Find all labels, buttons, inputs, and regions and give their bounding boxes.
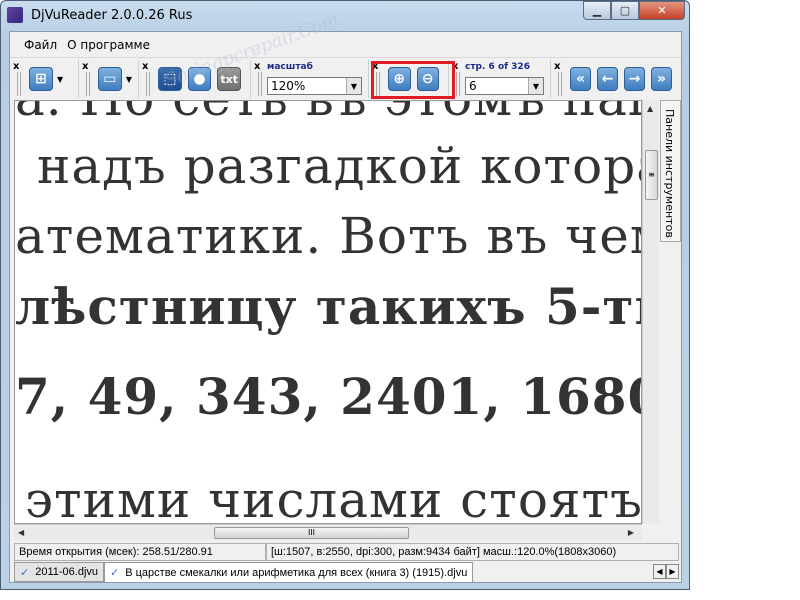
tab-document-1[interactable]: ✓ 2011-06.djvu xyxy=(14,562,105,582)
page-view-icon[interactable]: ▭ xyxy=(98,67,122,91)
chevron-down-icon[interactable]: ▼ xyxy=(126,75,132,84)
close-group-icon[interactable]: x xyxy=(554,61,560,72)
toolbars-panel-label: Панели инструментов xyxy=(663,109,676,238)
tab-document-2[interactable]: ✓ В царстве смекалки или арифметика для в… xyxy=(104,562,474,582)
grip-handle[interactable] xyxy=(86,72,90,96)
close-group-icon[interactable]: x xyxy=(82,61,88,72)
rect-select-icon[interactable]: ⬚ xyxy=(158,67,182,91)
grip-handle[interactable] xyxy=(558,72,562,96)
minimize-button[interactable]: ▁ xyxy=(583,1,611,20)
document-tabs: ✓ 2011-06.djvu ✓ В царстве смекалки или ар… xyxy=(14,562,679,582)
client-area: Файл О программе x ⊞ ▼ x ▭ ▼ x ⬚ ● txt x м… xyxy=(9,31,682,583)
chevron-down-icon[interactable]: ▼ xyxy=(57,75,63,84)
horizontal-scrollbar[interactable]: ◀ III ▶ xyxy=(14,524,642,540)
document-view[interactable]: а. По сеть въ этомъ папиру надъ разгадко… xyxy=(14,100,642,524)
doc-line: надъ разгадкой котораго xyxy=(37,137,641,195)
menu-about[interactable]: О программе xyxy=(67,38,150,52)
horizontal-scroll-thumb[interactable]: III xyxy=(214,527,409,539)
vertical-scroll-thumb[interactable]: ≡ xyxy=(645,150,658,200)
last-page-icon[interactable]: » xyxy=(651,67,672,91)
tab-scroll-right-icon[interactable]: ▶ xyxy=(666,564,679,579)
page-combo[interactable]: 6 ▼ xyxy=(465,77,544,95)
vertical-scrollbar[interactable]: ▲ ≡ xyxy=(642,100,659,524)
page-value: 6 xyxy=(469,79,477,93)
zoom-value: 120% xyxy=(271,79,306,93)
app-icon xyxy=(7,7,23,23)
doc-line: а. По сеть въ этомъ папиру xyxy=(15,101,641,127)
close-button[interactable]: ✕ xyxy=(639,1,685,20)
grip-handle[interactable] xyxy=(146,72,150,96)
maximize-button[interactable]: ▢ xyxy=(611,1,639,20)
page-label: стр. 6 of 326 xyxy=(465,62,530,72)
status-open-time: Время открытия (мсек): 258.51/280.91 xyxy=(14,543,266,561)
zoom-label: масштаб xyxy=(267,62,313,72)
tab-scroll-left-icon[interactable]: ◀ xyxy=(653,564,666,579)
check-icon: ✓ xyxy=(20,566,30,579)
close-group-icon[interactable]: x xyxy=(13,61,19,72)
zoom-buttons-highlight xyxy=(371,61,455,99)
thumbnails-tree-icon[interactable]: ⊞ xyxy=(29,67,53,91)
chevron-down-icon[interactable]: ▼ xyxy=(346,78,361,94)
close-group-icon[interactable]: x xyxy=(142,61,148,72)
close-group-icon[interactable]: x xyxy=(254,61,260,72)
doc-line: лѣстницу такихъ 5-ти чи xyxy=(15,277,641,336)
menu-bar: Файл О программе xyxy=(10,32,681,58)
window-title: DjVuReader 2.0.0.26 Rus xyxy=(31,8,193,23)
scroll-left-icon[interactable]: ◀ xyxy=(18,528,24,537)
scroll-right-icon[interactable]: ▶ xyxy=(628,528,634,537)
doc-line: этими числами стоятъ сос xyxy=(25,471,642,524)
image-select-icon[interactable]: ● xyxy=(187,67,212,91)
tab-label: 2011-06.djvu xyxy=(35,566,99,578)
scroll-up-icon[interactable]: ▲ xyxy=(647,104,653,113)
toolbars-panel-tab[interactable]: Панели инструментов xyxy=(660,100,681,242)
toolbar: x ⊞ ▼ x ▭ ▼ x ⬚ ● txt x масштаб 120% ▼ x ⊕ … xyxy=(10,59,681,99)
zoom-combo[interactable]: 120% ▼ xyxy=(267,77,362,95)
menu-file[interactable]: Файл xyxy=(24,38,57,52)
prev-page-icon[interactable]: ← xyxy=(597,67,618,91)
grip-handle[interactable] xyxy=(17,72,21,96)
tab-label: В царстве смекалки или арифметика для вс… xyxy=(125,566,468,579)
title-bar: DjVuReader 2.0.0.26 Rus ▁ ▢ ✕ xyxy=(1,1,689,31)
doc-line: атематики. Вотъ въ чемъ xyxy=(15,207,642,265)
next-page-icon[interactable]: → xyxy=(624,67,645,91)
doc-line: 7, 49, 343, 2401, 16807. xyxy=(15,367,641,426)
app-window: DjVuReader 2.0.0.26 Rus ▁ ▢ ✕ Файл О про… xyxy=(0,0,690,590)
status-info: [ш:1507, в:2550, dpi:300, разм:9434 байт… xyxy=(266,543,679,561)
grip-handle[interactable] xyxy=(456,72,460,96)
grip-handle[interactable] xyxy=(258,72,262,96)
check-icon: ✓ xyxy=(110,567,120,579)
first-page-icon[interactable]: « xyxy=(570,67,591,91)
chevron-down-icon[interactable]: ▼ xyxy=(528,78,543,94)
text-select-button[interactable]: txt xyxy=(217,67,242,91)
status-bar: Время открытия (мсек): 258.51/280.91 [ш:… xyxy=(14,543,679,561)
